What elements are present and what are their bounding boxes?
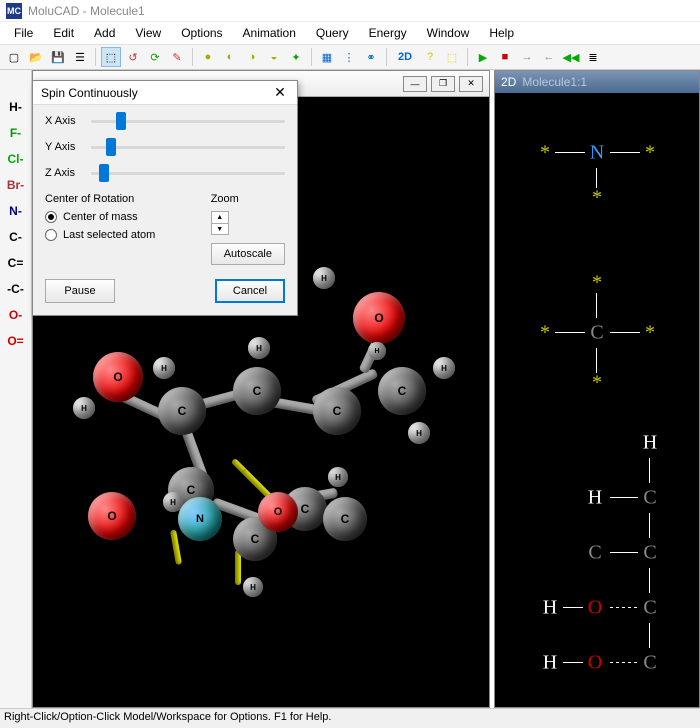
s2-arm-b: * bbox=[592, 372, 602, 395]
y-axis-thumb[interactable] bbox=[106, 138, 116, 156]
play-icon[interactable]: ▶ bbox=[473, 47, 493, 67]
link-icon[interactable]: ⚭ bbox=[361, 47, 381, 67]
app-title: MoluCAD - Molecule1 bbox=[28, 4, 145, 18]
pal-cl[interactable]: Cl- bbox=[4, 152, 28, 170]
viewport-2d-title-doc: Molecule1:1 bbox=[522, 75, 587, 89]
maximize-icon[interactable]: ❐ bbox=[431, 76, 455, 92]
refresh-icon[interactable]: ⟳ bbox=[145, 47, 165, 67]
s2-arm-r: * bbox=[645, 322, 655, 345]
menu-query[interactable]: Query bbox=[306, 24, 359, 42]
toolbar: ▢ 📂 💾 ☰ ⬚ ↺ ⟳ ✎ ● ◐ ◑ ◒ ✦ ▦ ⋮ ⚭ 2D ? ⬚ ▶… bbox=[0, 44, 700, 70]
step-back-icon[interactable]: ← bbox=[539, 47, 559, 67]
menu-add[interactable]: Add bbox=[84, 24, 125, 42]
minimize-icon[interactable]: — bbox=[403, 76, 427, 92]
pal-c3[interactable]: -C- bbox=[4, 282, 28, 300]
atom-tool-4-icon[interactable]: ◒ bbox=[264, 47, 284, 67]
structure-2d-canvas[interactable]: N * * * C * * * * H H C C C H O C H bbox=[495, 93, 699, 707]
spinner-down-icon[interactable]: ▼ bbox=[212, 224, 228, 235]
radio-last-atom-icon[interactable] bbox=[45, 229, 57, 241]
x-axis-slider[interactable] bbox=[91, 120, 285, 123]
menu-help[interactable]: Help bbox=[479, 24, 524, 42]
viewport-2d-header: 2D Molecule1:1 bbox=[495, 71, 699, 93]
s1-center: N bbox=[590, 142, 604, 165]
list-icon[interactable]: ≣ bbox=[583, 47, 603, 67]
radio-last-atom[interactable]: Last selected atom bbox=[45, 229, 191, 241]
z-axis-thumb[interactable] bbox=[99, 164, 109, 182]
pal-o2[interactable]: O= bbox=[4, 334, 28, 352]
pal-c2[interactable]: C= bbox=[4, 256, 28, 274]
x-axis-thumb[interactable] bbox=[116, 112, 126, 130]
menu-options[interactable]: Options bbox=[171, 24, 232, 42]
element-palette: H- F- Cl- Br- N- C- C= -C- O- O= bbox=[0, 70, 32, 708]
dialog-close-icon[interactable]: ✕ bbox=[271, 84, 289, 102]
menu-animation[interactable]: Animation bbox=[233, 24, 306, 42]
pal-c1[interactable]: C- bbox=[4, 230, 28, 248]
autoscale-button[interactable]: Autoscale bbox=[211, 243, 285, 265]
help-icon[interactable]: ? bbox=[420, 47, 440, 67]
pal-h[interactable]: H- bbox=[4, 100, 28, 118]
app-logo-icon: MC bbox=[6, 3, 22, 19]
s1-arm-l: * bbox=[540, 142, 550, 165]
radio-center-mass[interactable]: Center of mass bbox=[45, 211, 191, 223]
lasso-icon[interactable]: ✎ bbox=[167, 47, 187, 67]
pal-n[interactable]: N- bbox=[4, 204, 28, 222]
select-icon[interactable]: ⬚ bbox=[101, 47, 121, 67]
z-axis-label: Z Axis bbox=[45, 167, 91, 179]
viewport-2d-title-prefix: 2D bbox=[501, 75, 516, 89]
cancel-button[interactable]: Cancel bbox=[215, 279, 285, 303]
menu-energy[interactable]: Energy bbox=[359, 24, 417, 42]
zoom-label: Zoom bbox=[211, 193, 285, 205]
info-icon[interactable]: ⬚ bbox=[442, 47, 462, 67]
pause-button[interactable]: Pause bbox=[45, 279, 115, 303]
viewport-2d[interactable]: 2D Molecule1:1 N * * * C * * * * H H C C… bbox=[494, 70, 700, 708]
dialog-title: Spin Continuously bbox=[41, 86, 138, 100]
x-axis-label: X Axis bbox=[45, 115, 91, 127]
menu-bar: File Edit Add View Options Animation Que… bbox=[0, 22, 700, 44]
2d-button[interactable]: 2D bbox=[392, 47, 418, 67]
spinner-up-icon[interactable]: ▲ bbox=[212, 212, 228, 224]
s2-center: C bbox=[590, 322, 603, 345]
graph-icon[interactable]: ⋮ bbox=[339, 47, 359, 67]
title-bar: MC MoluCAD - Molecule1 bbox=[0, 0, 700, 22]
atom-tool-3-icon[interactable]: ◑ bbox=[242, 47, 262, 67]
menu-edit[interactable]: Edit bbox=[43, 24, 84, 42]
stop-icon[interactable]: ■ bbox=[495, 47, 515, 67]
step-fwd-icon[interactable]: → bbox=[517, 47, 537, 67]
menu-view[interactable]: View bbox=[125, 24, 171, 42]
chart-icon[interactable]: ▦ bbox=[317, 47, 337, 67]
s2-arm-t: * bbox=[592, 272, 602, 295]
spin-dialog: Spin Continuously ✕ X Axis Y Axis Z Axis… bbox=[32, 80, 298, 316]
rotate-icon[interactable]: ↺ bbox=[123, 47, 143, 67]
center-rotation-label: Center of Rotation bbox=[45, 193, 191, 205]
atom-tool-1-icon[interactable]: ● bbox=[198, 47, 218, 67]
pal-f[interactable]: F- bbox=[4, 126, 28, 144]
atom-tool-5-icon[interactable]: ✦ bbox=[286, 47, 306, 67]
menu-window[interactable]: Window bbox=[417, 24, 480, 42]
radio-center-mass-icon[interactable] bbox=[45, 211, 57, 223]
save-icon[interactable]: 💾 bbox=[48, 47, 68, 67]
y-axis-slider[interactable] bbox=[91, 146, 285, 149]
status-bar: Right-Click/Option-Click Model/Workspace… bbox=[0, 708, 700, 728]
rewind-icon[interactable]: ◀◀ bbox=[561, 47, 581, 67]
s1-arm-r: * bbox=[645, 142, 655, 165]
close-icon[interactable]: ✕ bbox=[459, 76, 483, 92]
y-axis-label: Y Axis bbox=[45, 141, 91, 153]
dialog-titlebar[interactable]: Spin Continuously ✕ bbox=[33, 81, 297, 105]
z-axis-slider[interactable] bbox=[91, 172, 285, 175]
menu-file[interactable]: File bbox=[4, 24, 43, 42]
pal-o1[interactable]: O- bbox=[4, 308, 28, 326]
s1-arm-b: * bbox=[592, 187, 602, 210]
print-icon[interactable]: ☰ bbox=[70, 47, 90, 67]
open-icon[interactable]: 📂 bbox=[26, 47, 46, 67]
zoom-spinner[interactable]: ▲▼ bbox=[211, 211, 229, 235]
new-icon[interactable]: ▢ bbox=[4, 47, 24, 67]
atom-tool-2-icon[interactable]: ◐ bbox=[220, 47, 240, 67]
s2-arm-l: * bbox=[540, 322, 550, 345]
pal-br[interactable]: Br- bbox=[4, 178, 28, 196]
